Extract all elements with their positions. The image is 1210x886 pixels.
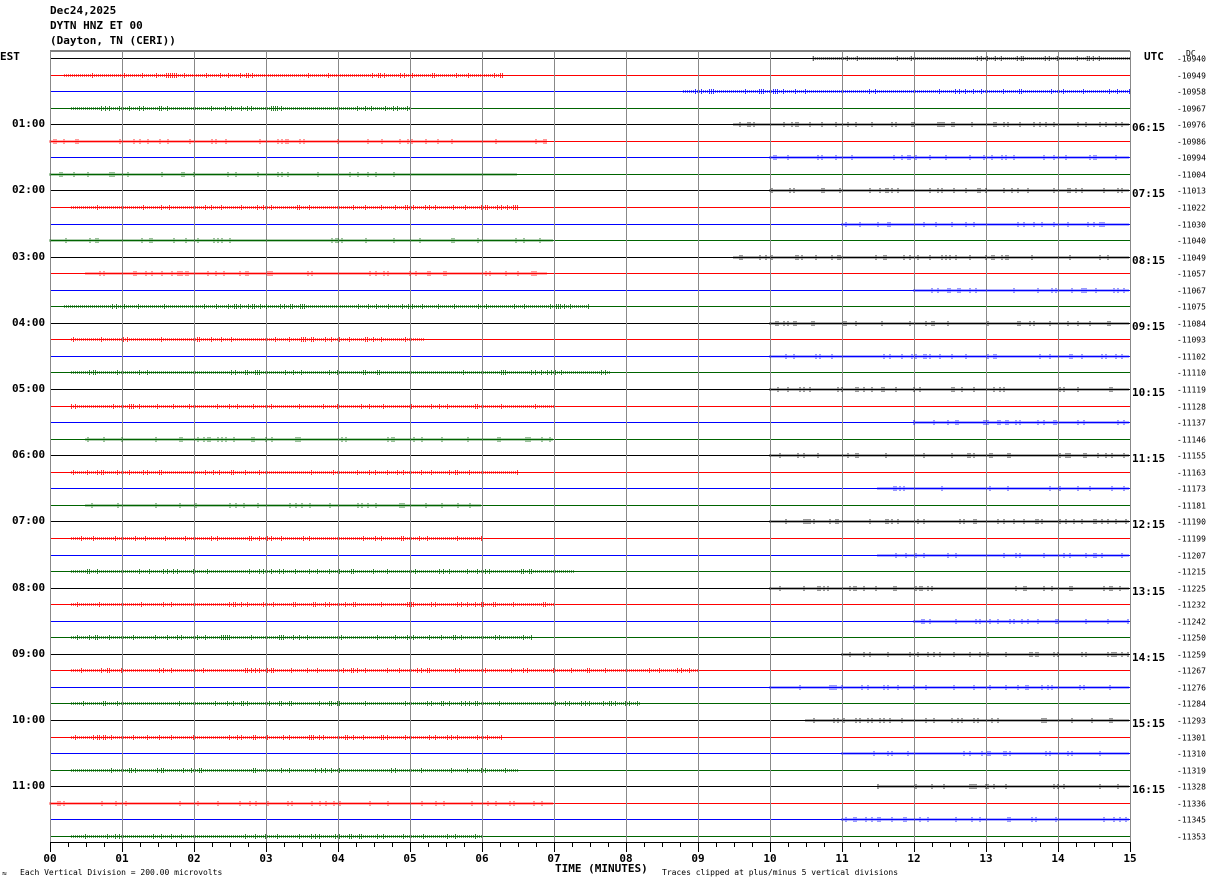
dc-offset-43: -11319 (1177, 767, 1206, 776)
x-tick-label-12: 12 (907, 852, 920, 865)
x-axis-title: TIME (MINUTES) (555, 862, 648, 875)
dc-offset-2: -10958 (1177, 88, 1206, 97)
utc-hour-label: 07:15 (1132, 187, 1166, 201)
x-tick-label-01: 01 (115, 852, 129, 865)
dc-offset-39: -11284 (1177, 700, 1206, 709)
x-tick-label-05: 05 (403, 852, 416, 865)
x-tick-label-13: 13 (979, 852, 992, 865)
dc-offset-23: -11146 (1177, 436, 1206, 445)
dc-offset-36: -11259 (1177, 651, 1206, 660)
dc-offset-1: -10949 (1177, 72, 1206, 81)
dc-offset-33: -11232 (1177, 601, 1206, 610)
dc-offset-labels: -10940-10949-10958-10967-10976-10986-109… (1177, 55, 1206, 842)
dc-offset-25: -11163 (1177, 469, 1206, 478)
dc-offset-6: -10994 (1177, 154, 1206, 163)
dc-offset-13: -11057 (1177, 270, 1206, 279)
dc-offset-16: -11084 (1177, 320, 1206, 329)
est-hour-label: 03:00 (12, 249, 46, 263)
clip-note: Traces clipped at plus/minus 5 vertical … (662, 868, 899, 877)
dc-offset-12: -11049 (1177, 254, 1206, 263)
x-tick-label-04: 04 (331, 852, 345, 865)
x-tick-label-00: 00 (43, 852, 56, 865)
dc-offset-38: -11276 (1177, 684, 1206, 693)
x-tick-label-11: 11 (835, 852, 849, 865)
dc-offset-34: -11242 (1177, 618, 1206, 627)
x-tick-label-14: 14 (1051, 852, 1065, 865)
dc-offset-9: -11022 (1177, 204, 1206, 213)
est-hour-label: 07:00 (12, 514, 46, 528)
x-tick-label-09: 09 (691, 852, 704, 865)
plot-date: Dec24,2025 (50, 4, 117, 17)
dc-offset-30: -11207 (1177, 552, 1206, 561)
utc-hour-label: 08:15 (1132, 253, 1166, 267)
dc-offset-7: -11004 (1177, 171, 1206, 180)
minute-gridlines (50, 51, 1131, 842)
dc-offset-19: -11110 (1177, 369, 1206, 378)
x-tick-label-02: 02 (187, 852, 200, 865)
est-hour-label: 10:00 (12, 713, 46, 726)
utc-timezone-label: UTC (1144, 50, 1164, 63)
dc-offset-8: -11013 (1177, 187, 1206, 196)
utc-hour-label: 16:15 (1132, 783, 1166, 797)
dc-offset-5: -10986 (1177, 138, 1206, 147)
dc-offset-29: -11199 (1177, 535, 1206, 544)
utc-hour-label: 13:15 (1132, 584, 1166, 598)
dc-offset-17: -11093 (1177, 336, 1206, 345)
dc-offset-47: -11353 (1177, 833, 1206, 842)
dc-offset-40: -11293 (1177, 717, 1206, 726)
trace-noise-layer (49, 56, 1130, 839)
dc-offset-15: -11075 (1177, 303, 1206, 312)
dc-offset-3: -10967 (1177, 105, 1206, 114)
dc-offset-41: -11301 (1177, 734, 1206, 743)
dc-offset-35: -11250 (1177, 634, 1206, 643)
dc-offset-10: -11030 (1177, 221, 1206, 230)
scale-note: Each Vertical Division = 200.00 microvol… (20, 868, 223, 877)
est-hour-label: 04:00 (12, 315, 46, 329)
x-tick-label-15: 15 (1123, 852, 1136, 865)
dc-offset-44: -11328 (1177, 783, 1206, 792)
est-hour-label: 02:00 (12, 183, 46, 197)
est-hour-label: 11:00 (12, 779, 46, 793)
est-hour-label: 09:00 (12, 646, 46, 660)
est-hour-label: 05:00 (12, 382, 46, 395)
utc-hour-label: 10:15 (1132, 386, 1166, 399)
dc-offset-32: -11225 (1177, 585, 1206, 594)
est-hour-label: 01:00 (12, 117, 46, 131)
dc-offset-42: -11310 (1177, 750, 1206, 759)
dc-offset-4: -10976 (1177, 121, 1206, 130)
dc-label: DC (1186, 49, 1196, 58)
station-code: DYTN HNZ ET 00 (50, 19, 143, 32)
dc-offset-31: -11215 (1177, 568, 1206, 577)
x-tick-label-03: 03 (259, 852, 272, 865)
utc-hour-label: 09:15 (1132, 319, 1166, 333)
dc-offset-18: -11102 (1177, 353, 1206, 362)
est-timezone-label: EST (0, 50, 20, 63)
dc-offset-22: -11137 (1177, 419, 1206, 428)
x-tick-label-10: 10 (763, 852, 776, 865)
dc-offset-37: -11267 (1177, 667, 1206, 676)
utc-hour-label: 06:15 (1132, 121, 1166, 135)
utc-hour-label: 11:15 (1132, 452, 1166, 466)
dc-offset-21: -11128 (1177, 403, 1206, 412)
seismogram-plot: 00 01 02 03 04 05 06 07 08 09 10 11 12 13 14 15 -10940-… (43, 50, 1206, 865)
dc-offset-11: -11040 (1177, 237, 1206, 246)
dc-offset-20: -11119 (1177, 386, 1206, 395)
dc-offset-27: -11181 (1177, 502, 1206, 511)
dc-offset-45: -11336 (1177, 800, 1206, 809)
utc-hour-label: 15:15 (1132, 717, 1166, 730)
dc-offset-26: -11173 (1177, 485, 1206, 494)
trace-layer (50, 50, 1130, 837)
est-hour-label: 06:00 (12, 448, 46, 462)
utc-hour-label: 14:15 (1132, 650, 1166, 664)
utc-hour-label: 12:15 (1132, 518, 1166, 532)
dc-offset-46: -11345 (1177, 816, 1206, 825)
dc-offset-24: -11155 (1177, 452, 1206, 461)
station-location: (Dayton, TN (CERI)) (50, 34, 176, 47)
trace-noise-5 (49, 139, 547, 144)
est-hour-label: 08:00 (12, 580, 46, 594)
dc-offset-14: -11067 (1177, 287, 1206, 296)
footer-marker: ≈ (2, 869, 7, 878)
x-tick-label-06: 06 (475, 852, 489, 865)
dc-offset-28: -11190 (1177, 518, 1206, 527)
